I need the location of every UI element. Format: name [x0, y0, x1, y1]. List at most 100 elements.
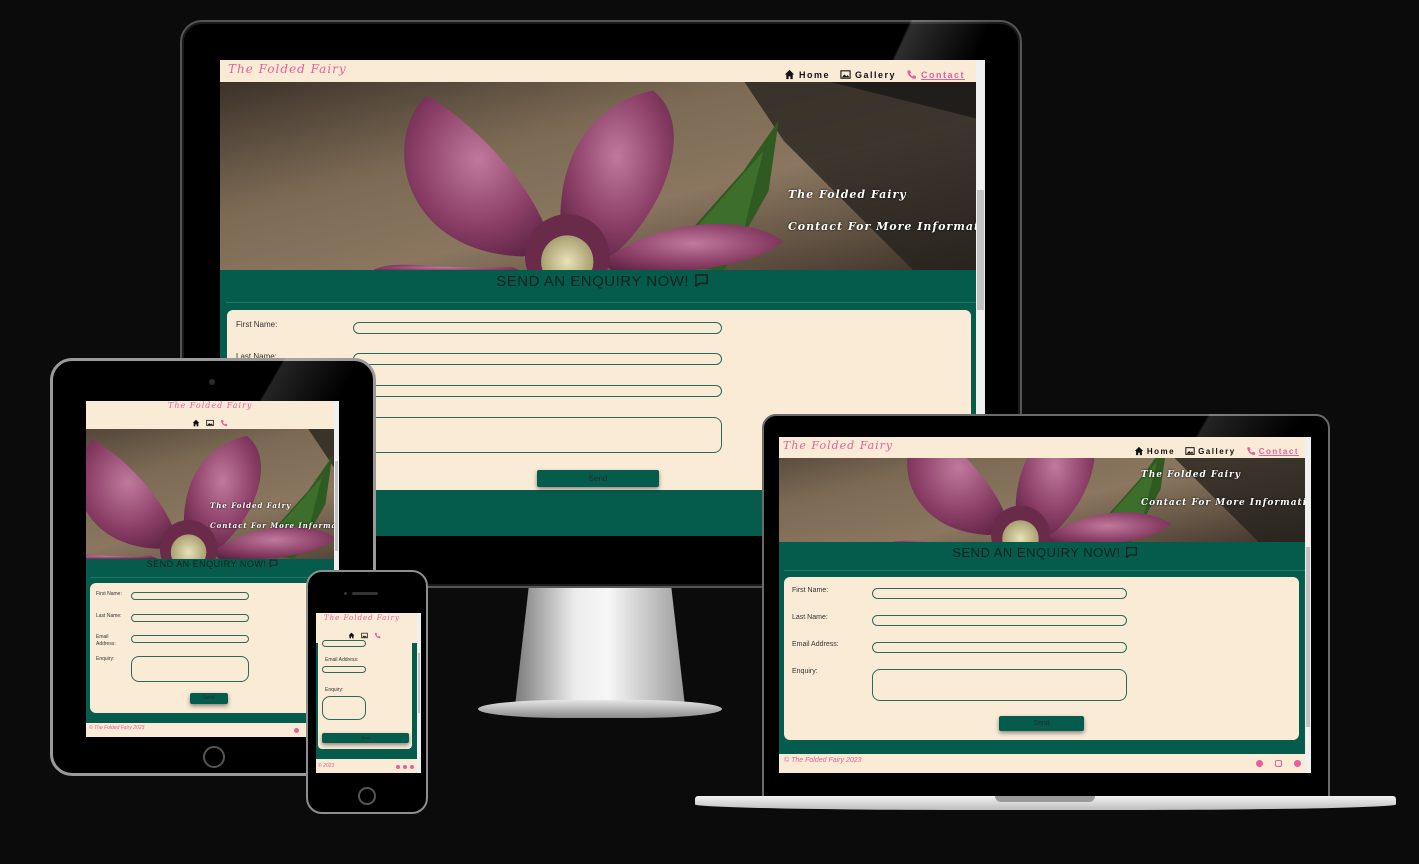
footer: © The Folded Fairy 2023 — [86, 723, 339, 737]
nav-gallery-label: Gallery — [854, 69, 896, 80]
footer: © 2023 — [316, 761, 421, 773]
send-button[interactable]: Send — [537, 470, 659, 487]
laptop-base — [695, 796, 1396, 816]
nav-contact[interactable]: Contact — [906, 69, 965, 80]
home-icon — [192, 419, 200, 427]
enquiry-section: Email Address: Enquiry: Send — [316, 640, 421, 759]
nav-home[interactable] — [348, 632, 355, 639]
first-name-field[interactable] — [872, 588, 1127, 599]
hero-tagline-title: The Folded Fairy — [1141, 470, 1241, 480]
nav-home[interactable]: Home — [784, 69, 830, 80]
enquiry-textarea[interactable] — [353, 417, 722, 453]
hero-image: The Folded Fairy Contact For More Inform… — [86, 429, 339, 559]
navbar: The Folded Fairy — [316, 613, 421, 643]
instagram-icon[interactable] — [403, 765, 407, 769]
facebook-icon[interactable] — [1256, 760, 1263, 767]
hero-tagline-title: The Folded Fairy — [210, 501, 292, 510]
nav-gallery[interactable] — [361, 632, 368, 639]
section-title: SEND AN ENQUIRY NOW! — [86, 559, 339, 569]
site-logo[interactable]: The Folded Fairy — [168, 401, 252, 410]
scrollbar-thumb[interactable] — [335, 461, 338, 551]
email-label-line2: Address: — [96, 641, 116, 647]
section-title-text: SEND AN ENQUIRY NOW! — [146, 559, 267, 569]
email-field[interactable] — [353, 385, 722, 397]
hero-tagline-title: The Folded Fairy — [788, 188, 907, 201]
image-icon — [840, 69, 851, 80]
nav-contact[interactable] — [220, 419, 228, 427]
phone-icon — [1246, 446, 1256, 456]
email-label: Email Address: — [325, 657, 359, 663]
facebook-icon[interactable] — [294, 728, 299, 733]
send-button[interactable]: Send — [190, 693, 228, 704]
footer-copyright: © The Folded Fairy 2023 — [89, 725, 145, 731]
first-name-field[interactable] — [353, 322, 722, 334]
navbar: The Folded Fairy — [86, 401, 339, 429]
nav-home[interactable]: Home — [1134, 446, 1175, 456]
nav-home-label: Home — [1146, 446, 1176, 456]
nav-home-label: Home — [798, 69, 830, 80]
email-field[interactable] — [872, 642, 1127, 653]
site-logo[interactable]: The Folded Fairy — [783, 439, 893, 452]
last-name-field[interactable] — [353, 353, 722, 365]
last-name-field[interactable] — [131, 614, 249, 622]
email-field[interactable] — [131, 635, 249, 643]
site-logo[interactable]: The Folded Fairy — [228, 62, 347, 76]
home-icon — [784, 69, 795, 80]
send-button[interactable]: Send — [999, 716, 1084, 731]
scrollbar[interactable] — [1305, 437, 1311, 773]
phone-icon — [220, 419, 228, 427]
nav-home[interactable] — [192, 419, 200, 427]
email-label-line1: Email — [96, 634, 109, 640]
first-name-label: First Name: — [792, 587, 829, 594]
send-button[interactable]: Send — [322, 733, 409, 743]
enquiry-label: Enquiry: — [96, 656, 115, 662]
nav-gallery-label: Gallery — [1198, 446, 1236, 456]
nav-contact-label: Contact — [921, 69, 965, 80]
chat-bubble-icon — [694, 273, 709, 288]
nav-links — [192, 419, 228, 427]
nav-gallery[interactable]: Gallery — [840, 69, 896, 80]
hero-image: The Folded Fairy Contact For More Inform… — [220, 82, 985, 270]
facebook-icon[interactable] — [396, 765, 400, 769]
image-icon — [361, 632, 368, 639]
nav-gallery[interactable]: Gallery — [1185, 446, 1236, 456]
nav-contact[interactable]: Contact — [1246, 446, 1299, 456]
image-icon — [206, 419, 214, 427]
scrollbar[interactable] — [417, 613, 421, 773]
social-links — [1244, 760, 1301, 767]
social-links — [294, 728, 299, 733]
enquiry-section: SEND AN ENQUIRY NOW! First Name: Last Na… — [779, 542, 1311, 754]
section-title: SEND AN ENQUIRY NOW! — [220, 273, 985, 290]
enquiry-textarea[interactable] — [131, 656, 249, 682]
nav-contact[interactable] — [374, 632, 381, 639]
scrollbar-thumb[interactable] — [418, 653, 420, 713]
enquiry-section: SEND AN ENQUIRY NOW! First Name: Last Na… — [86, 559, 339, 723]
scrollbar-thumb[interactable] — [977, 190, 984, 310]
chat-bubble-icon — [269, 559, 278, 568]
laptop-site: The Folded Fairy Home Gallery Contact Th… — [779, 437, 1311, 773]
phone-icon — [374, 632, 381, 639]
enquiry-form: First Name: Last Name: Email Address: En… — [90, 583, 326, 713]
phone-icon — [906, 69, 917, 80]
last-name-field[interactable] — [872, 615, 1127, 626]
last-name-field[interactable] — [322, 640, 366, 647]
home-icon — [1134, 446, 1144, 456]
monitor-stand — [478, 588, 722, 728]
enquiry-label: Enquiry: — [792, 668, 818, 675]
pinterest-icon[interactable] — [410, 765, 414, 769]
pinterest-icon[interactable] — [1294, 760, 1301, 767]
image-icon — [1185, 446, 1195, 456]
first-name-field[interactable] — [131, 592, 249, 600]
phone-site: The Folded Fairy Email Address: Enquiry:… — [316, 613, 421, 773]
first-name-label: First Name: — [236, 320, 278, 329]
site-logo[interactable]: The Folded Fairy — [324, 614, 400, 622]
email-field[interactable] — [322, 666, 366, 673]
last-name-label: Last Name: — [96, 613, 122, 619]
enquiry-textarea[interactable] — [872, 669, 1127, 701]
email-label: Email Address: — [792, 641, 839, 648]
scrollbar-thumb[interactable] — [1306, 547, 1310, 727]
nav-gallery[interactable] — [206, 419, 214, 427]
enquiry-form: Email Address: Enquiry: Send — [318, 640, 412, 749]
enquiry-textarea[interactable] — [322, 696, 366, 720]
instagram-icon[interactable] — [1275, 760, 1282, 767]
